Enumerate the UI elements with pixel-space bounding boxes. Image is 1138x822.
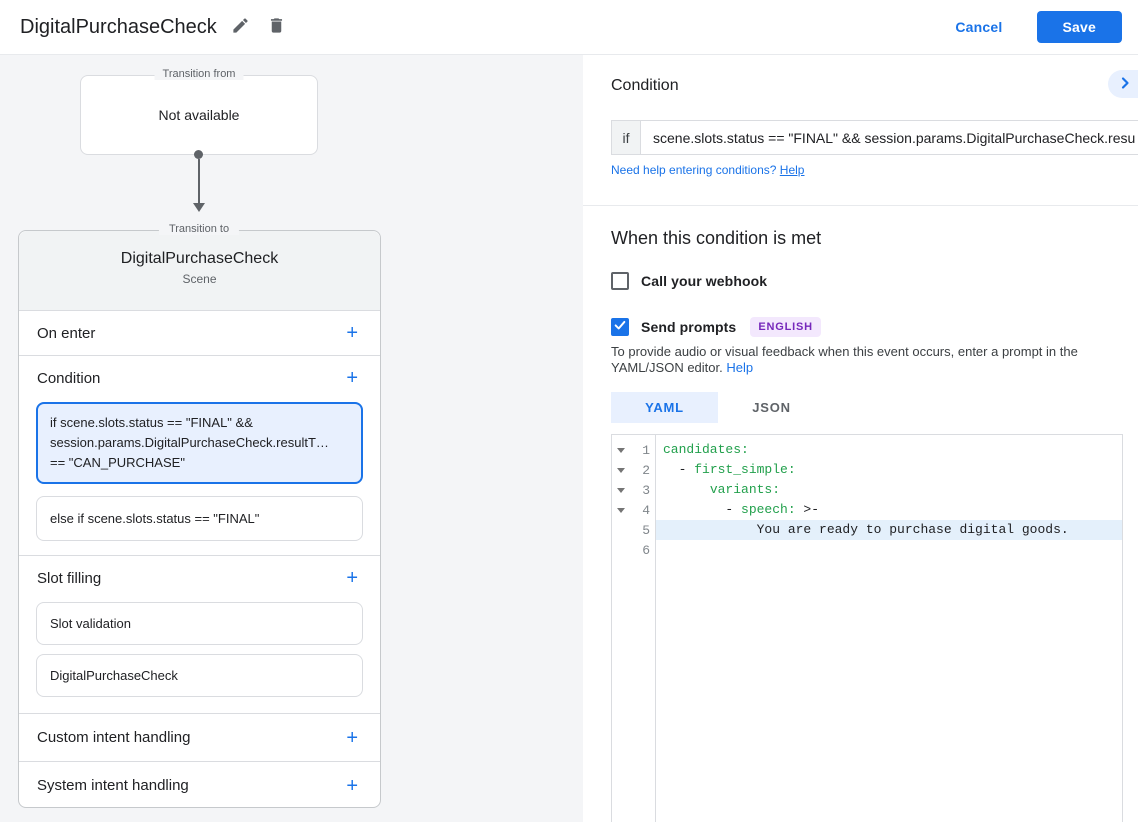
condition-item-selected[interactable]: if scene.slots.status == "FINAL" && sess… [36, 402, 363, 484]
custom-intent-label: Custom intent handling [37, 729, 191, 746]
code-text: >- [795, 502, 820, 517]
fold-toggle-icon[interactable] [612, 447, 629, 453]
line-number: 4 [642, 502, 650, 518]
webhook-checkbox-row: Call your webhook [611, 272, 767, 290]
custom-intent-section: Custom intent handling + [19, 714, 380, 762]
line-number: 2 [642, 462, 650, 478]
editor-gutter: 1 2 3 4 5 6 [612, 435, 656, 822]
code-key: variants: [709, 482, 781, 497]
prompts-help-body: To provide audio or visual feedback when… [611, 344, 1078, 375]
call-webhook-checkbox[interactable] [611, 272, 629, 290]
page-title: DigitalPurchaseCheck [20, 15, 217, 38]
cancel-button[interactable]: Cancel [955, 19, 1002, 35]
call-webhook-label: Call your webhook [641, 273, 768, 289]
add-on-enter-button[interactable]: + [340, 321, 364, 345]
prompts-help-link[interactable]: Help [726, 360, 753, 375]
scene-diagram-panel: Transition from Not available Transition… [0, 55, 583, 822]
code-line: candidates: [656, 440, 1122, 460]
code-line: - speech: >- [656, 500, 1122, 520]
transition-to-label: Transition to [158, 223, 240, 235]
on-enter-label: On enter [37, 324, 96, 342]
condition-expression-input[interactable]: scene.slots.status == "FINAL" && session… [641, 120, 1138, 155]
top-header: DigitalPurchaseCheck Cancel Save [0, 0, 1138, 55]
scene-card-header: DigitalPurchaseCheck Scene [19, 231, 380, 311]
line-number: 5 [642, 522, 650, 538]
tab-json[interactable]: JSON [718, 392, 825, 423]
code-key: first_simple: [694, 462, 796, 477]
condition-line: if scene.slots.status == "FINAL" && [50, 415, 253, 430]
send-prompts-label: Send prompts [641, 319, 737, 335]
code-line: - first_simple: [656, 460, 1122, 480]
connector-line [198, 159, 200, 204]
transition-from-box: Transition from Not available [80, 68, 318, 155]
slot-filling-section: Slot filling + Slot validation DigitalPu… [19, 556, 380, 714]
condition-met-heading: When this condition is met [611, 228, 822, 248]
conditions-help-line: Need help entering conditions? Help [611, 163, 804, 177]
condition-expression-row: if scene.slots.status == "FINAL" && sess… [611, 120, 1138, 155]
condition-panel-title: Condition [611, 77, 679, 94]
checkmark-icon [613, 318, 627, 337]
conditions-help-text: Need help entering conditions? [611, 163, 780, 177]
add-condition-button[interactable]: + [340, 366, 364, 390]
code-text: - [663, 502, 742, 517]
delete-scene-button[interactable] [259, 9, 295, 45]
code-area[interactable]: candidates: - first_simple: variants: - … [656, 435, 1122, 822]
condition-detail-panel: Condition if scene.slots.status == "FINA… [583, 55, 1138, 822]
conditions-help-link[interactable]: Help [780, 163, 805, 177]
condition-label: Condition [37, 369, 101, 387]
slot-item-digital-purchase-check[interactable]: DigitalPurchaseCheck [36, 654, 363, 697]
line-number: 6 [642, 542, 650, 558]
code-line-highlighted: You are ready to purchase digital goods. [656, 520, 1122, 540]
code-text: You are ready to purchase digital goods. [663, 522, 1069, 537]
send-prompts-checkbox[interactable] [611, 318, 629, 336]
system-intent-label: System intent handling [37, 777, 189, 794]
add-slot-button[interactable]: + [340, 566, 364, 590]
trash-icon [267, 16, 286, 38]
code-line: variants: [656, 480, 1122, 500]
collapse-panel-button[interactable] [1108, 70, 1138, 98]
condition-line: else if scene.slots.status == "FINAL" [50, 511, 260, 526]
transition-from-value: Not available [158, 107, 240, 123]
if-prefix-label: if [611, 120, 641, 155]
condition-line: session.params.DigitalPurchaseCheck.resu… [50, 435, 329, 450]
code-key: candidates: [663, 442, 749, 457]
code-key: speech: [741, 502, 796, 517]
yaml-code-editor[interactable]: 1 2 3 4 5 6 candidates: - first_simple: … [611, 434, 1123, 822]
save-button[interactable]: Save [1036, 11, 1122, 43]
system-intent-section: System intent handling + [19, 762, 380, 809]
fold-toggle-icon[interactable] [612, 507, 629, 513]
slot-filling-label: Slot filling [37, 569, 102, 587]
panel-divider [583, 205, 1138, 206]
scene-card: DigitalPurchaseCheck Scene On enter + Co… [18, 230, 381, 808]
tab-yaml[interactable]: YAML [611, 392, 718, 423]
prompts-checkbox-row: Send prompts ENGLISH [611, 317, 821, 337]
edit-title-button[interactable] [223, 9, 259, 45]
pencil-icon [231, 16, 250, 38]
condition-item[interactable]: else if scene.slots.status == "FINAL" [36, 496, 363, 541]
connector-arrowhead-icon [193, 203, 205, 212]
condition-section: Condition + if scene.slots.status == "FI… [19, 356, 380, 556]
on-enter-section: On enter + [19, 311, 380, 356]
scene-name: DigitalPurchaseCheck [120, 250, 279, 267]
scene-type: Scene [182, 272, 217, 286]
chevron-right-icon [1117, 75, 1133, 94]
fold-toggle-icon[interactable] [612, 487, 629, 493]
line-number: 3 [642, 482, 650, 498]
add-custom-intent-button[interactable]: + [340, 726, 364, 750]
connector-dot [194, 150, 203, 159]
fold-toggle-icon[interactable] [612, 467, 629, 473]
code-text: - [663, 462, 695, 477]
add-system-intent-button[interactable]: + [340, 774, 364, 798]
condition-line: == "CAN_PURCHASE" [50, 455, 185, 470]
line-number: 1 [642, 442, 650, 458]
slot-item-validation[interactable]: Slot validation [36, 602, 363, 645]
language-badge: ENGLISH [750, 317, 821, 337]
prompts-help-text: To provide audio or visual feedback when… [611, 344, 1123, 376]
editor-format-tabs: YAML JSON [611, 392, 825, 423]
